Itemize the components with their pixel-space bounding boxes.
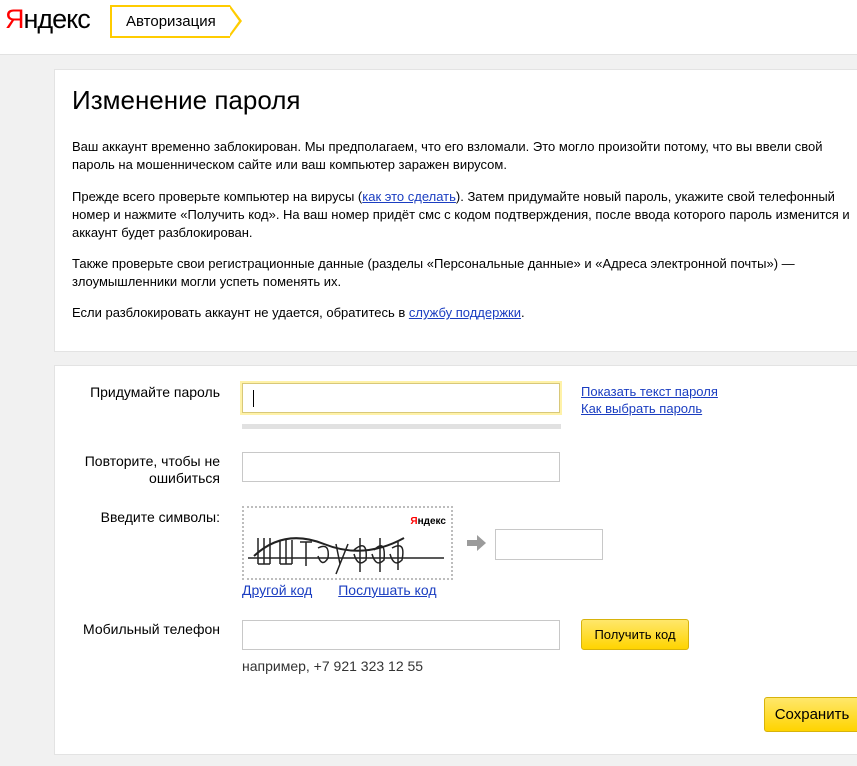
captcha-brand-first: Я [410,516,418,527]
support-text-start: Если разблокировать аккаунт не удается, … [72,305,409,320]
repeat-password-input[interactable] [242,452,560,482]
phone-hint: например, +7 921 323 12 55 [242,658,424,674]
captcha-brand: Яндекс [410,516,446,527]
page-title: Изменение пароля [72,85,301,115]
phone-input[interactable] [242,620,560,650]
captcha-brand-rest: ндекс [417,516,446,527]
password-strength-bar [242,424,561,429]
other-code-link[interactable]: Другой код [242,582,312,598]
service-tag: Авторизация [110,5,242,38]
password-links: Показать текст пароля Как выбрать пароль [581,383,718,417]
repeat-password-label: Повторите, чтобы не ошибиться [84,453,220,486]
arrow-right-icon [467,535,486,551]
password-form: Придумайте пароль Показать текст пароля … [54,365,857,755]
support-link[interactable]: службу поддержки [409,305,521,320]
logo-rest: ндекс [23,4,91,34]
password-input[interactable] [242,383,560,413]
instructions-message: Прежде всего проверьте компьютер на виру… [72,188,857,242]
text-caret [253,390,254,407]
info-card: Изменение пароля Ваш аккаунт временно за… [54,69,857,352]
check-data-message: Также проверьте свои регистрационные дан… [72,256,795,289]
support-message: Если разблокировать аккаунт не удается, … [72,304,857,322]
show-password-link[interactable]: Показать текст пароля [581,383,718,400]
logo-first-letter: Я [5,4,24,34]
captcha-input[interactable] [495,529,603,560]
header: Яндекс Авторизация [0,0,857,55]
captcha-links: Другой код Послушать код [242,582,459,599]
phone-label: Мобильный телефон [83,621,220,637]
password-label: Придумайте пароль [90,384,220,400]
captcha-label: Введите символы: [100,509,220,525]
listen-code-link[interactable]: Послушать код [338,582,436,598]
support-text-end: . [521,305,525,320]
save-button[interactable]: Сохранить [764,697,857,732]
service-name: Авторизация [126,13,216,30]
instructions-text-start: Прежде всего проверьте компьютер на виру… [72,189,363,204]
captcha-image: Яндекс [242,506,453,580]
get-code-button[interactable]: Получить код [581,619,689,650]
blocked-message: Ваш аккаунт временно заблокирован. Мы пр… [72,139,823,172]
choose-password-link[interactable]: Как выбрать пароль [581,400,718,417]
yandex-logo[interactable]: Яндекс [5,4,91,35]
how-to-check-link[interactable]: как это сделать [362,189,456,204]
